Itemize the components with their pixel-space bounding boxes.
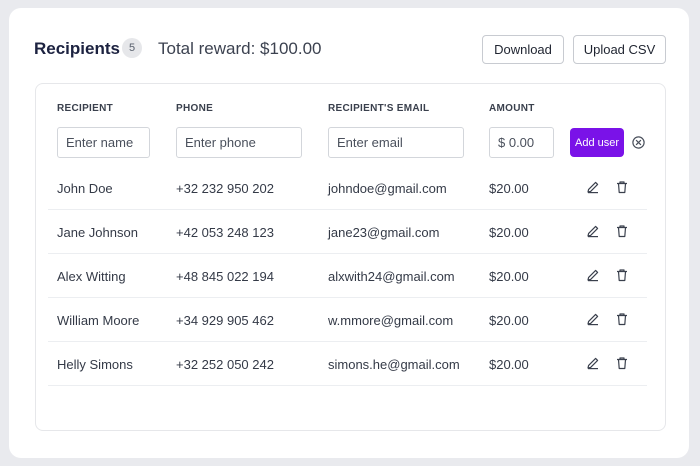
recipient-amount: $20.00 xyxy=(489,269,529,284)
column-header-email: RECIPIENT'S EMAIL xyxy=(328,103,430,114)
email-input[interactable] xyxy=(328,127,464,158)
table-row: Jane Johnson +42 053 248 123 jane23@gmai… xyxy=(36,210,665,254)
pencil-icon[interactable] xyxy=(586,180,600,194)
recipient-name: Alex Witting xyxy=(57,269,126,284)
recipient-name: Jane Johnson xyxy=(57,225,138,240)
phone-input[interactable] xyxy=(176,127,302,158)
page-title: Recipients xyxy=(34,39,120,58)
recipients-table: RECIPIENT PHONE RECIPIENT'S EMAIL AMOUNT… xyxy=(35,83,666,431)
table-row: William Moore +34 929 905 462 w.mmore@gm… xyxy=(36,298,665,342)
table-row: Helly Simons +32 252 050 242 simons.he@g… xyxy=(36,342,665,386)
column-header-recipient: RECIPIENT xyxy=(57,103,114,114)
trash-icon[interactable] xyxy=(615,180,629,194)
card-header: Recipients 5 Total reward: $100.00 Downl… xyxy=(34,35,667,71)
recipient-email: jane23@gmail.com xyxy=(328,225,440,240)
trash-icon[interactable] xyxy=(615,224,629,238)
amount-input[interactable] xyxy=(489,127,554,158)
total-reward: Total reward: $100.00 xyxy=(158,39,322,58)
column-header-phone: PHONE xyxy=(176,103,214,114)
recipient-count-badge: 5 xyxy=(122,38,142,58)
recipient-email: simons.he@gmail.com xyxy=(328,357,460,372)
add-user-button[interactable]: Add user xyxy=(570,128,624,157)
recipient-phone: +48 845 022 194 xyxy=(176,269,274,284)
pencil-icon[interactable] xyxy=(586,312,600,326)
recipient-amount: $20.00 xyxy=(489,225,529,240)
recipient-email: alxwith24@gmail.com xyxy=(328,269,455,284)
recipient-amount: $20.00 xyxy=(489,181,529,196)
recipient-phone: +32 252 050 242 xyxy=(176,357,274,372)
trash-icon[interactable] xyxy=(615,356,629,370)
recipient-amount: $20.00 xyxy=(489,313,529,328)
recipient-name: William Moore xyxy=(57,313,140,328)
recipient-phone: +32 232 950 202 xyxy=(176,181,274,196)
table-row: Alex Witting +48 845 022 194 alxwith24@g… xyxy=(36,254,665,298)
recipient-phone: +42 053 248 123 xyxy=(176,225,274,240)
column-header-amount: AMOUNT xyxy=(489,103,535,114)
recipient-amount: $20.00 xyxy=(489,357,529,372)
pencil-icon[interactable] xyxy=(586,268,600,282)
recipient-email: johndoe@gmail.com xyxy=(328,181,447,196)
recipients-card: Recipients 5 Total reward: $100.00 Downl… xyxy=(9,8,689,458)
pencil-icon[interactable] xyxy=(586,356,600,370)
trash-icon[interactable] xyxy=(615,312,629,326)
upload-csv-button[interactable]: Upload CSV xyxy=(573,35,666,64)
name-input[interactable] xyxy=(57,127,150,158)
recipient-name: John Doe xyxy=(57,181,113,196)
pencil-icon[interactable] xyxy=(586,224,600,238)
table-row: John Doe +32 232 950 202 johndoe@gmail.c… xyxy=(36,166,665,210)
trash-icon[interactable] xyxy=(615,268,629,282)
close-circle-icon[interactable] xyxy=(632,136,645,149)
download-button[interactable]: Download xyxy=(482,35,564,64)
row-divider xyxy=(48,385,647,386)
recipient-name: Helly Simons xyxy=(57,357,133,372)
recipient-email: w.mmore@gmail.com xyxy=(328,313,454,328)
recipient-phone: +34 929 905 462 xyxy=(176,313,274,328)
